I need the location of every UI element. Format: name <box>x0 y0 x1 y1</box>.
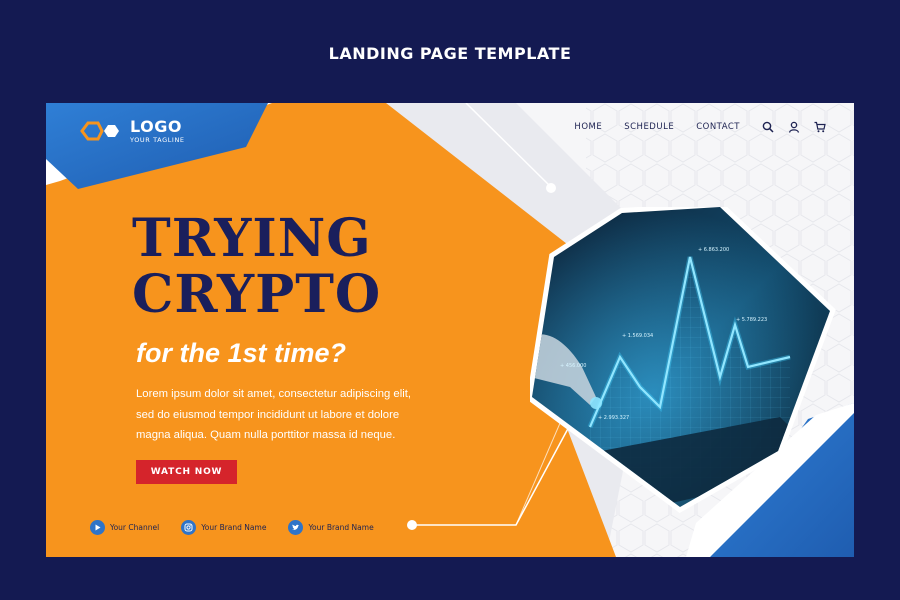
play-icon <box>90 520 105 535</box>
body-line-3: magna aliqua. Quam nulla porttitor massa… <box>136 429 396 441</box>
watch-now-button[interactable]: WATCH NOW <box>136 460 237 484</box>
hero-headline: TRYING CRYPTO <box>132 211 381 323</box>
hero-body-text: Lorem ipsum dolor sit amet, consectetur … <box>136 384 456 446</box>
chart-label-4: + 456.000 <box>560 363 586 369</box>
user-icon[interactable] <box>788 121 800 133</box>
instagram-icon <box>181 520 197 535</box>
hero-subheadline: for the 1st time? <box>136 338 347 368</box>
headline-line-2: CRYPTO <box>132 264 382 325</box>
logo-mark-icon <box>80 121 119 141</box>
landing-page-canvas: LOGO YOUR TAGLINE HOME SCHEDULE CONTACT … <box>46 103 854 557</box>
nav-schedule[interactable]: SCHEDULE <box>624 122 674 132</box>
social-label: Your Channel <box>110 523 160 532</box>
search-icon[interactable] <box>762 121 774 133</box>
social-channel-link[interactable]: Your Channel <box>90 520 159 535</box>
crypto-chart-photo: + 6.863.200 + 5.789.223 + 1.569.034 + 45… <box>530 207 836 513</box>
chart-label-3: + 1.569.034 <box>622 333 653 339</box>
headline-line-1: TRYING <box>132 208 372 269</box>
social-twitter-link[interactable]: Your Brand Name <box>288 520 374 535</box>
social-links: Your Channel Your Brand Name Your Brand … <box>90 520 396 535</box>
social-label: Your Brand Name <box>308 523 374 532</box>
chart-label-1: + 6.863.200 <box>698 247 729 253</box>
body-line-2: sed do eiusmod tempor incididunt ut labo… <box>136 408 400 421</box>
twitter-icon <box>288 520 304 535</box>
page-title: LANDING PAGE TEMPLATE <box>328 44 572 63</box>
nav-contact[interactable]: CONTACT <box>696 122 740 132</box>
chart-label-2: + 5.789.223 <box>736 317 767 323</box>
top-navigation: HOME SCHEDULE CONTACT <box>552 121 826 133</box>
nav-home[interactable]: HOME <box>574 122 602 132</box>
body-line-1: Lorem ipsum dolor sit amet, consectetur … <box>136 388 412 400</box>
social-label: Your Brand Name <box>201 523 267 532</box>
logo-name: LOGO <box>130 117 182 136</box>
logo-tagline: YOUR TAGLINE <box>130 136 185 144</box>
chart-label-5: + 2.993.327 <box>598 415 629 421</box>
cart-icon[interactable] <box>814 121 826 133</box>
logo[interactable]: LOGO YOUR TAGLINE <box>80 119 185 144</box>
social-instagram-link[interactable]: Your Brand Name <box>181 520 266 535</box>
